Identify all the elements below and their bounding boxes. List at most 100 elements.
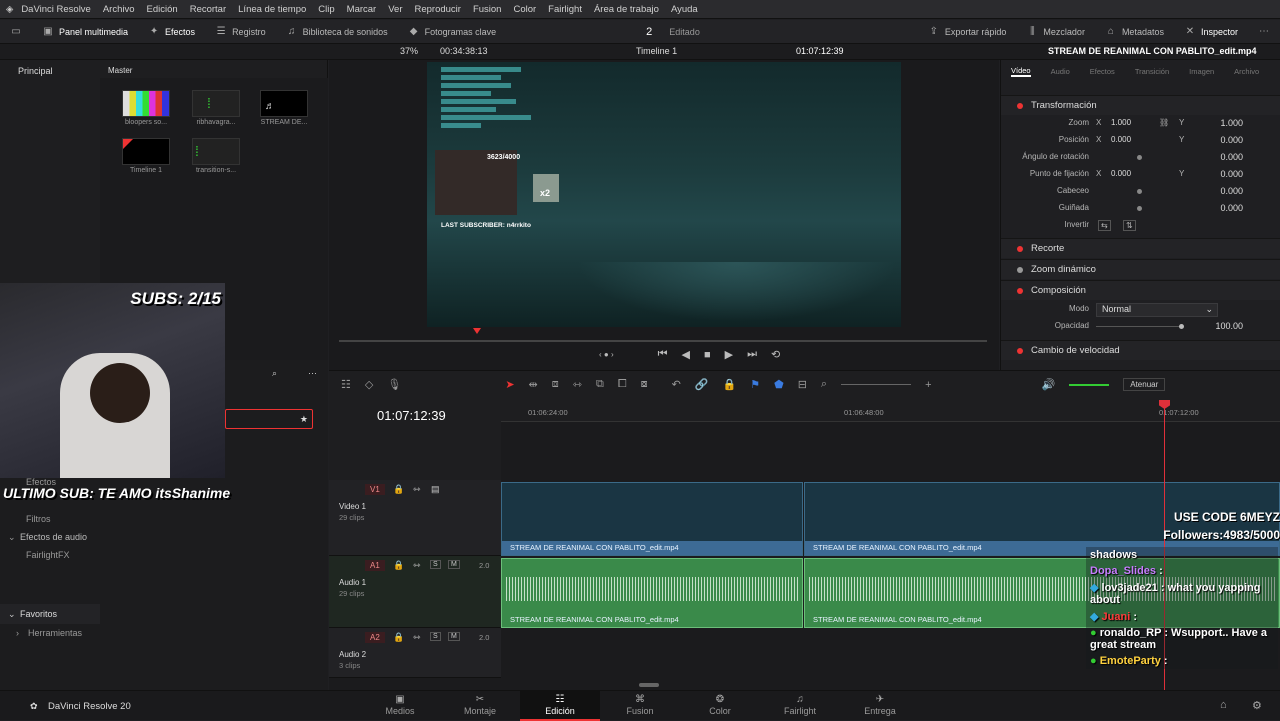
log-button[interactable]: ☰ Registro [205,20,276,44]
menu-trim[interactable]: Recortar [184,4,232,15]
overwrite-icon[interactable]: ◇ [365,378,373,391]
link-icon[interactable]: ⛓ [1159,118,1169,127]
auto-select-icon[interactable]: ⇿ [413,484,421,495]
track-tag-a1[interactable]: A1 [365,560,385,571]
section-crop[interactable]: Recorte [1001,238,1280,258]
tab-file[interactable]: Archivo [1234,67,1259,76]
more-options-button[interactable]: ⋯ [1248,20,1280,44]
viewer-scrubber[interactable] [339,340,987,342]
menu-color[interactable]: Color [507,4,542,15]
pitch-field[interactable]: 0.000 [1205,186,1243,196]
anchor-x-field[interactable]: 0.000 [1111,169,1131,178]
layout-toggle-button[interactable]: ▭ [0,20,32,44]
favorites-header[interactable]: ⌄ Favoritos [0,604,100,624]
tab-video[interactable]: Vídeo [1011,66,1031,77]
media-item-bloopers[interactable] [122,90,170,117]
media-pool-button[interactable]: ▣ Panel multimedia [32,20,138,44]
blade-tool-icon[interactable]: ⧈ [552,378,559,391]
auto-select-icon[interactable]: ⇿ [413,560,421,571]
media-item-audio-1[interactable]: ⁞ [192,90,240,117]
filters-category[interactable]: Filtros [26,514,51,524]
metadata-button[interactable]: ⌂ Metadatos [1095,20,1174,44]
track-name-a2[interactable]: Audio 2 [339,650,366,659]
link-clips-icon[interactable]: 🔗 [695,378,709,391]
disabled-dot-icon[interactable] [1017,266,1023,273]
flag-icon[interactable]: ⚑ [750,378,760,391]
mic-icon[interactable]: 🎙 [387,378,401,391]
loop-icon[interactable]: ⟲ [771,348,780,361]
media-item-timeline[interactable] [122,138,170,165]
yaw-field[interactable]: 0.000 [1205,203,1243,213]
effects-button[interactable]: ✦ Efectos [138,20,205,44]
stop-icon[interactable]: ■ [704,349,711,361]
fairlightfx-category[interactable]: FairlightFX [26,550,70,560]
menu-file[interactable]: Archivo [97,4,141,15]
section-composite[interactable]: Composición [1001,280,1280,300]
enable-dot-icon[interactable] [1017,245,1023,252]
trim-tool-icon[interactable]: ⇹ [529,378,538,391]
overwrite-clip-icon[interactable]: ⧠ [618,378,627,391]
search-icon[interactable]: ⌕ [272,368,277,379]
composite-mode-select[interactable]: Normal ⌄ [1096,303,1218,317]
dynamic-trim-icon[interactable]: ⇿ [573,378,582,391]
video-frame[interactable]: 3623/4000 x2 LAST SUBSCRIBER: n4rrkito [427,62,901,327]
zoom-in-icon[interactable]: + [925,379,931,391]
sound-library-button[interactable]: ♫ Biblioteca de sonidos [276,20,398,44]
audio-effects-category[interactable]: Efectos de audio [20,532,87,542]
play-icon[interactable]: ▶ [725,348,733,361]
dim-button[interactable]: Atenuar [1123,378,1166,391]
menu-view[interactable]: Ver [382,4,408,15]
tab-audio[interactable]: Audio [1051,67,1070,76]
mute-button[interactable]: M [448,560,460,569]
section-speed[interactable]: Cambio de velocidad [1001,340,1280,360]
settings-gear-icon[interactable]: ⚙ [1252,699,1262,712]
keyframes-button[interactable]: ◆ Fotogramas clave [398,20,507,44]
solo-button[interactable]: S [430,632,441,641]
page-edit[interactable]: ☷ Edición [520,691,600,721]
audio-clip[interactable]: STREAM DE REANIMAL CON PABLITO_edit.mp4 [501,558,803,628]
lock-icon[interactable]: 🔒 [393,632,404,643]
lock-icon[interactable]: 🔒 [393,560,404,571]
home-icon[interactable]: ⌂ [1220,699,1227,711]
jog-icon[interactable]: ‹ ● › [599,350,614,359]
track-name-v1[interactable]: Video 1 [339,502,366,511]
page-cut[interactable]: ✂ Montaje [440,691,520,721]
mute-button[interactable]: M [448,632,460,641]
page-media[interactable]: ▣ Medios [360,691,440,721]
yaw-slider[interactable] [1137,206,1142,211]
track-name-a1[interactable]: Audio 1 [339,578,366,587]
go-to-end-icon[interactable]: ⏭ [747,348,757,361]
menu-fairlight[interactable]: Fairlight [542,4,588,15]
tab-principal[interactable]: Principal [18,66,53,76]
menu-edit[interactable]: Edición [141,4,184,15]
pitch-slider[interactable] [1137,189,1142,194]
rotation-slider[interactable] [1137,155,1142,160]
menu-playback[interactable]: Reproducir [408,4,466,15]
tab-transition[interactable]: Transición [1135,67,1169,76]
menu-timeline[interactable]: Línea de tiempo [232,4,312,15]
volume-icon[interactable]: 🔊 [1042,378,1056,391]
lock-icon[interactable]: 🔒 [393,484,404,495]
enable-dot-icon[interactable] [1017,102,1023,109]
enable-dot-icon[interactable] [1017,347,1023,354]
bin-master[interactable]: Master [108,66,132,75]
auto-select-icon[interactable]: ⇿ [413,632,421,643]
page-deliver[interactable]: ✈ Entrega [840,691,920,721]
opacity-field[interactable]: 100.00 [1205,321,1243,331]
menu-clip[interactable]: Clip [312,4,340,15]
effect-highlight-slot[interactable]: ★ [225,409,313,429]
timeline-zoom-slider[interactable] [841,384,912,385]
inspector-button[interactable]: ✕ Inspector [1174,20,1248,44]
selection-tool-icon[interactable]: ➤ [505,378,514,391]
page-color[interactable]: ❂ Color [680,691,760,721]
mixer-button[interactable]: ⫼ Mezclador [1016,20,1095,44]
section-dynamic-zoom[interactable]: Zoom dinámico [1001,259,1280,279]
zoom-detail-icon[interactable]: ⌕ [821,378,827,391]
menu-fusion[interactable]: Fusion [467,4,508,15]
menu-mark[interactable]: Marcar [341,4,383,15]
insert-clip-icon[interactable]: ⧉ [596,378,604,391]
track-tag-v1[interactable]: V1 [365,484,385,495]
viewer-zoom[interactable]: 37% [400,46,418,56]
media-item-transition[interactable]: ⁞ [192,138,240,165]
timeline-options-icon[interactable]: ☷ [341,378,351,391]
